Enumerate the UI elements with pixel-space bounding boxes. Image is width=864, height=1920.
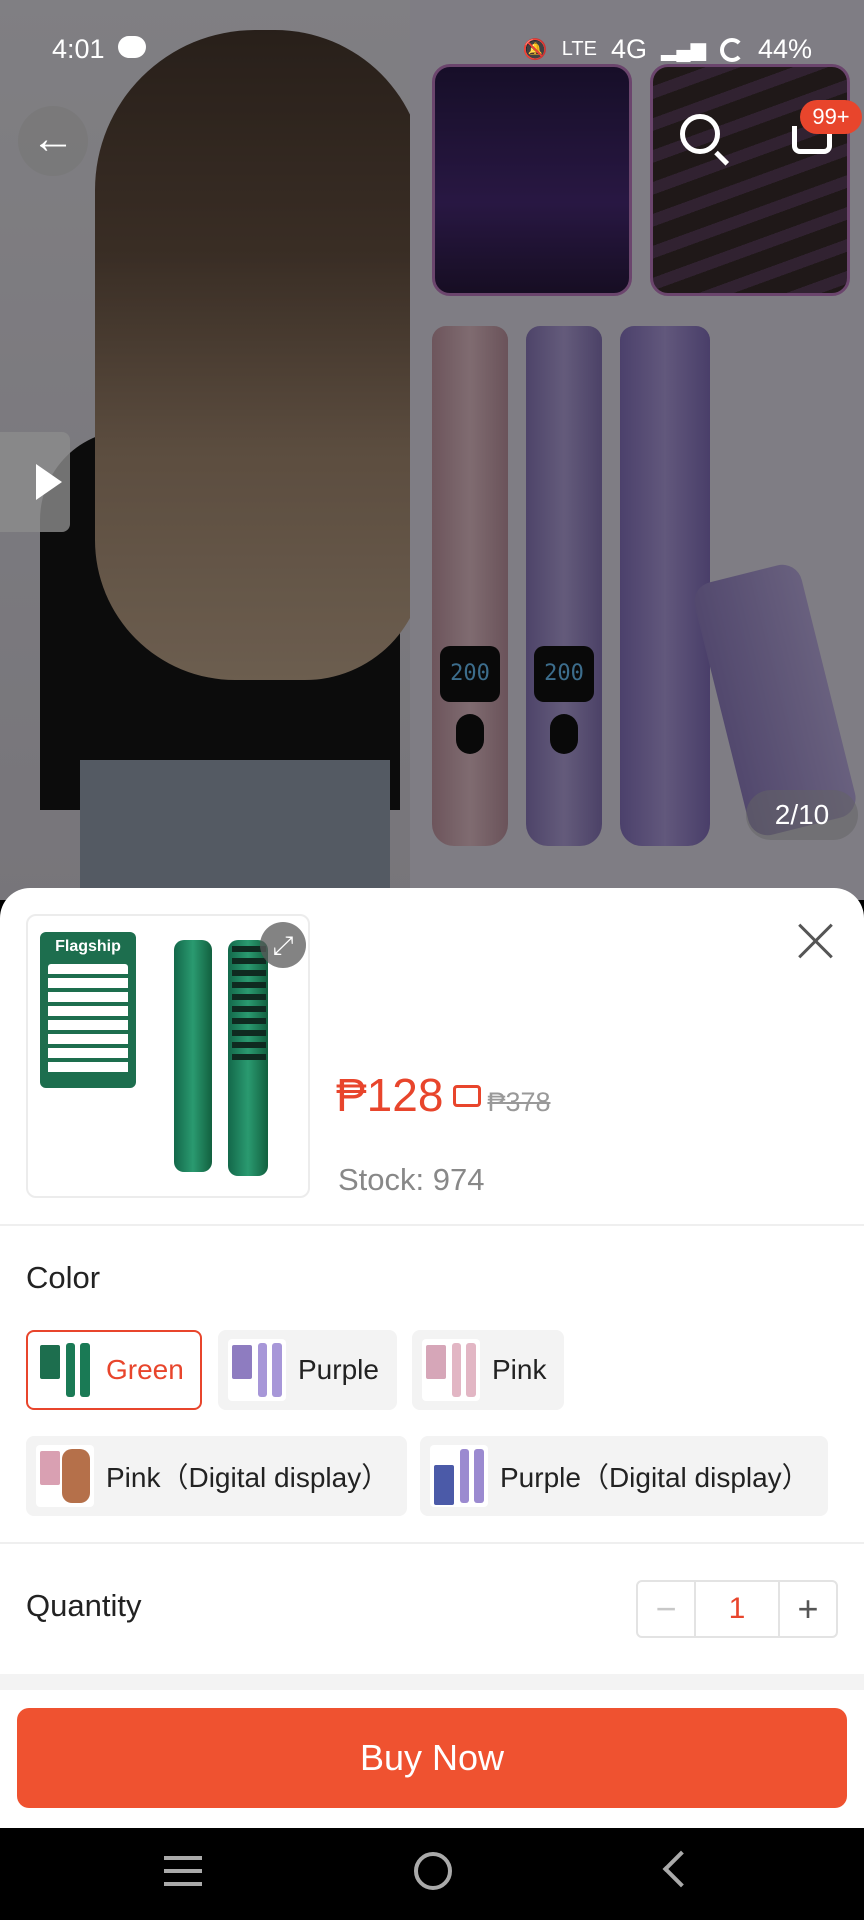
color-option-label: Purple（Digital display） — [500, 1462, 810, 1493]
expand-icon[interactable]: ⤢ — [260, 922, 306, 968]
home-icon[interactable] — [414, 1852, 452, 1890]
increase-quantity-button[interactable]: + — [780, 1582, 836, 1636]
original-price: ₱378 — [487, 1087, 551, 1117]
back-arrow-icon[interactable]: ← — [18, 106, 88, 176]
pink-digital-variant-thumb — [36, 1445, 94, 1507]
image-page-indicator: 2/10 — [746, 790, 858, 840]
recent-apps-icon[interactable] — [164, 1856, 202, 1886]
product-thumbnail[interactable]: Flagship ⤢ — [26, 914, 310, 1198]
video-tab[interactable] — [0, 432, 70, 532]
color-label: Color — [26, 1260, 101, 1295]
color-option-pink-digital[interactable]: Pink（Digital display） — [26, 1436, 408, 1516]
battery-icon — [719, 37, 744, 62]
status-time: 4:01 — [52, 34, 105, 64]
color-option-pink[interactable]: Pink — [412, 1330, 565, 1410]
voucher-icon — [453, 1085, 482, 1107]
green-variant-thumb — [36, 1339, 94, 1401]
color-option-purple[interactable]: Purple — [218, 1330, 397, 1410]
current-price: ₱128 — [336, 1069, 444, 1121]
pink-variant-thumb — [422, 1339, 480, 1401]
cart-count-badge: 99+ — [800, 100, 862, 134]
color-option-label: Green — [106, 1354, 184, 1385]
divider — [0, 1224, 864, 1226]
price-row: ₱128 ₱378 — [336, 1068, 551, 1122]
signal-icon: ▂▄▆ — [661, 39, 706, 61]
play-icon — [36, 464, 62, 500]
divider — [0, 1674, 864, 1690]
stock-count: Stock: 974 — [338, 1162, 485, 1197]
mute-icon: 🔕 — [522, 39, 548, 61]
purple-digital-variant-thumb — [430, 1445, 488, 1507]
modal-overlay[interactable] — [0, 0, 864, 900]
search-icon[interactable] — [676, 110, 732, 166]
purple-variant-thumb — [228, 1339, 286, 1401]
battery-percent: 44% — [757, 34, 812, 64]
green-wand — [174, 940, 212, 1172]
decrease-quantity-button[interactable]: − — [638, 1582, 694, 1636]
divider — [0, 1542, 864, 1544]
flagship-info-card: Flagship — [40, 932, 136, 1088]
system-navigation-bar — [0, 1828, 864, 1920]
color-option-label: Pink — [492, 1354, 547, 1385]
product-gallery[interactable]: 200 200 4:01 🔕 LTE 4G ▂▄▆ 44% ← 99+ 2/10 — [0, 0, 864, 900]
volte-icon: LTE — [561, 38, 597, 60]
quantity-input[interactable]: 1 — [694, 1582, 780, 1636]
color-option-label: Purple — [298, 1354, 379, 1385]
status-icons: 🔕 LTE 4G ▂▄▆ 44% — [523, 34, 812, 65]
network-type: 4G — [610, 34, 648, 64]
color-option-label: Pink（Digital display） — [106, 1462, 390, 1493]
quantity-stepper: − 1 + — [636, 1580, 838, 1638]
sku-selection-sheet: Flagship ⤢ ₱128 ₱378 Stock: 974 Color Gr… — [0, 888, 864, 1828]
quantity-label: Quantity — [26, 1588, 142, 1623]
status-bar: 4:01 🔕 LTE 4G ▂▄▆ 44% — [0, 0, 864, 96]
color-option-green[interactable]: Green — [26, 1330, 202, 1410]
close-icon[interactable] — [796, 920, 836, 960]
system-back-icon[interactable] — [662, 1850, 700, 1888]
buy-now-button[interactable]: Buy Now — [17, 1708, 847, 1808]
flagship-card-title: Flagship — [55, 938, 121, 955]
color-option-purple-digital[interactable]: Purple（Digital display） — [420, 1436, 828, 1516]
chat-notification-icon — [118, 36, 146, 58]
